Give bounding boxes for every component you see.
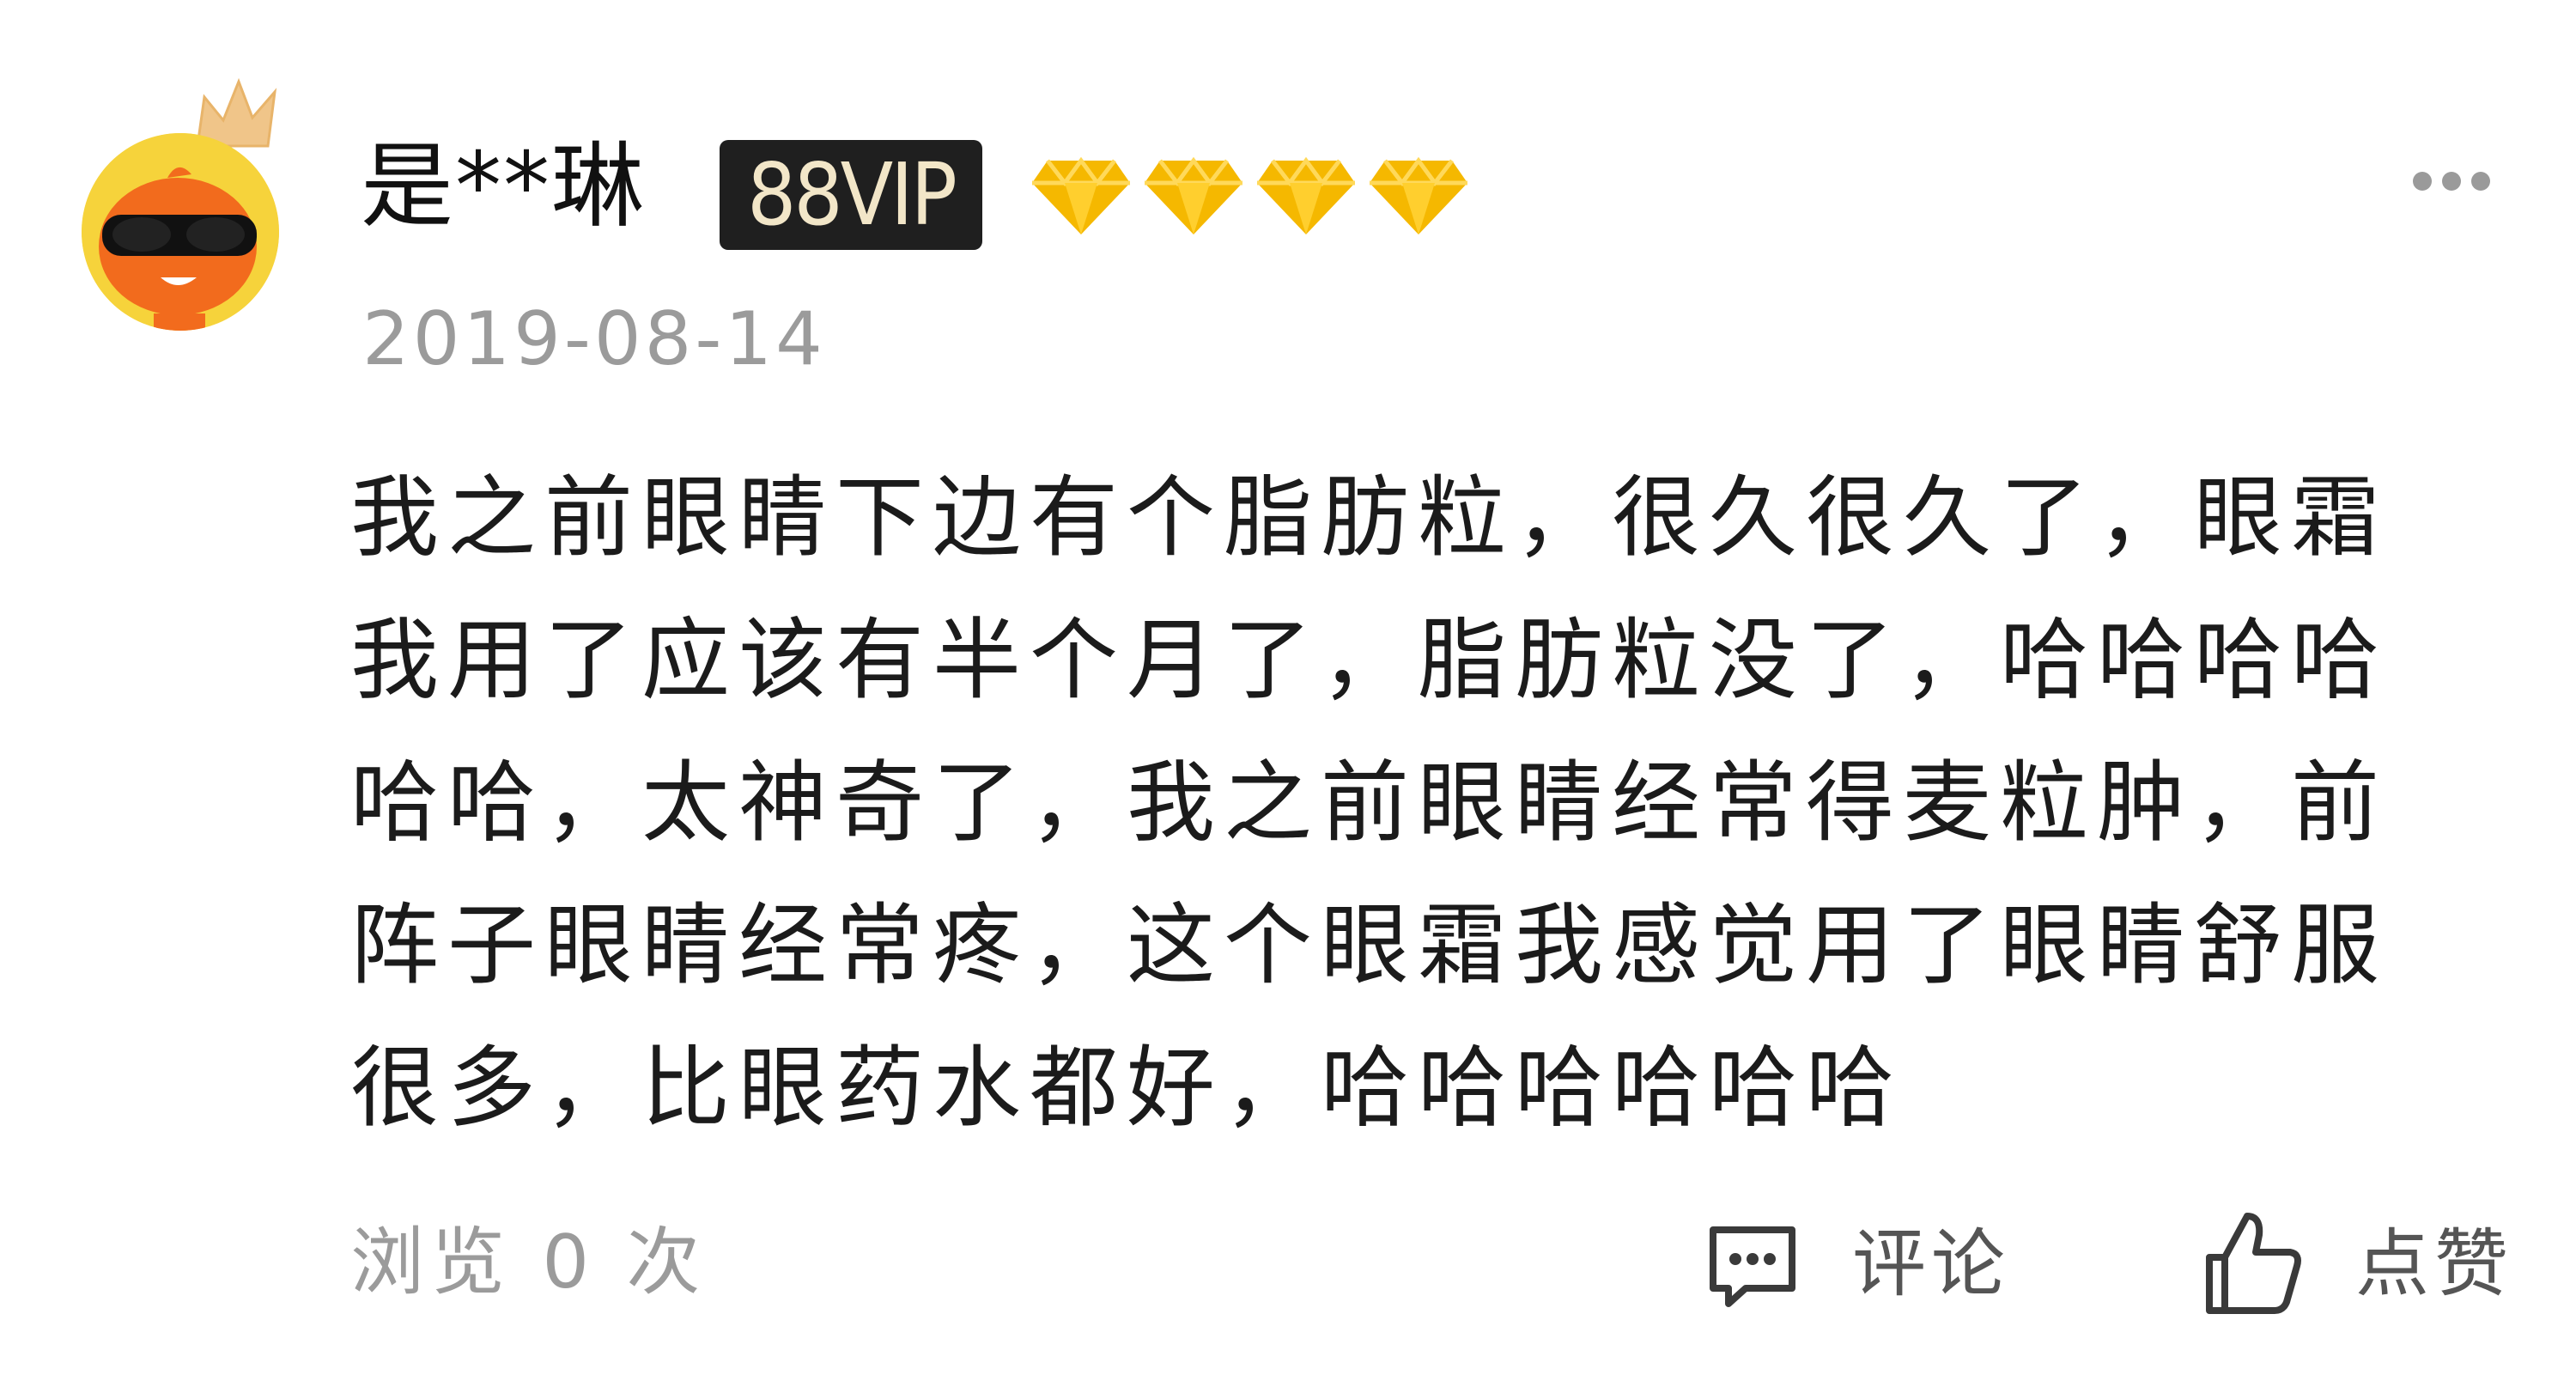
review-date: 2019-08-14 (362, 296, 826, 382)
user-avatar-group[interactable] (82, 73, 322, 339)
more-options-icon[interactable] (2413, 172, 2500, 198)
view-count: 浏览 0 次 (350, 1220, 708, 1305)
sunglasses-mascot-avatar-icon (82, 133, 279, 331)
diamond-icon (1145, 156, 1243, 234)
diamond-icon (1370, 156, 1468, 234)
comment-icon (1710, 1226, 1795, 1307)
review-footer: 浏览 0 次 评论 点赞 (0, 1201, 2576, 1329)
diamond-level-badges (1030, 152, 1476, 246)
avatar[interactable] (82, 133, 279, 331)
review-text: 我之前眼睛下边有个脂肪粒，很久很久了，眼霜我用了应该有半个月了，脂肪粒没了，哈哈… (350, 466, 2388, 1140)
thumbs-up-icon (2206, 1213, 2301, 1314)
comment-label: 评论 (1852, 1221, 2010, 1307)
diamond-icon (1257, 156, 1356, 234)
diamond-icon (1032, 156, 1130, 234)
vip-badge: 88VIP (720, 140, 982, 250)
username[interactable]: 是**琳 (361, 136, 646, 239)
like-label: 点赞 (2355, 1221, 2513, 1307)
